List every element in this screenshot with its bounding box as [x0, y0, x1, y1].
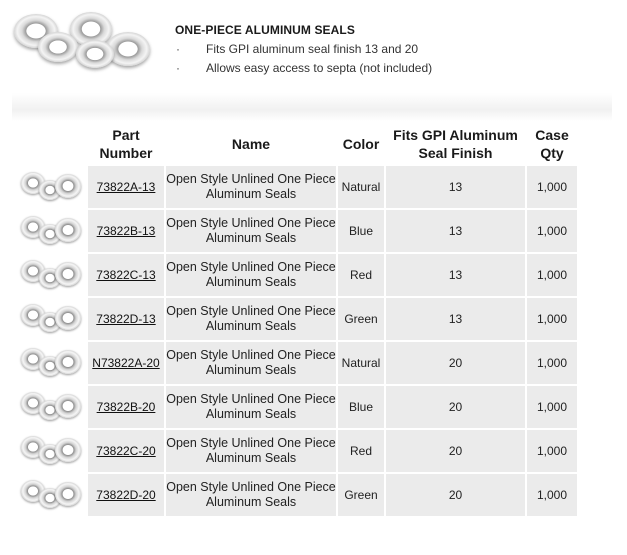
case-qty-cell: 1,000	[527, 430, 577, 472]
name-header: Name	[166, 124, 336, 164]
seal-thumbnail-icon	[19, 170, 83, 204]
seal-thumbnail-icon	[19, 258, 83, 292]
case-qty-cell: 1,000	[527, 166, 577, 208]
part-number-link[interactable]: N73822A-20	[92, 356, 159, 370]
finish-cell: 20	[386, 430, 525, 472]
thumbnail-cell	[16, 254, 86, 296]
name-cell: Open Style Unlined One Piece Aluminum Se…	[166, 430, 336, 472]
thumbnail-cell	[16, 298, 86, 340]
bullet-marker: ·	[176, 61, 180, 75]
part-number-cell: 73822B-20	[88, 386, 164, 428]
finish-cell: 20	[386, 386, 525, 428]
case-qty-header: Case Qty	[527, 124, 577, 164]
thumbnail-cell	[16, 430, 86, 472]
part-number-cell: 73822D-13	[88, 298, 164, 340]
feature-item: · Allows easy access to septa (not inclu…	[175, 61, 432, 80]
part-number-link[interactable]: 73822D-20	[96, 488, 155, 502]
feature-text: Fits GPI aluminum seal finish 13 and 20	[206, 42, 419, 56]
part-number-cell: 73822A-13	[88, 166, 164, 208]
bullet-marker: ·	[176, 42, 180, 56]
part-number-header: Part Number	[88, 124, 164, 164]
color-cell: Natural	[338, 166, 384, 208]
thumbnail-cell	[16, 210, 86, 252]
name-cell: Open Style Unlined One Piece Aluminum Se…	[166, 474, 336, 516]
color-cell: Red	[338, 430, 384, 472]
thumbnail-cell	[16, 166, 86, 208]
page-title: ONE-PIECE ALUMINUM SEALS	[175, 23, 355, 37]
seal-thumbnail-icon	[19, 390, 83, 424]
part-number-link[interactable]: 73822B-20	[97, 400, 156, 414]
part-number-cell: 73822C-13	[88, 254, 164, 296]
finish-cell: 13	[386, 210, 525, 252]
name-cell: Open Style Unlined One Piece Aluminum Se…	[166, 210, 336, 252]
table-row: 73822C-13 Open Style Unlined One Piece Al…	[16, 254, 577, 296]
color-cell: Green	[338, 298, 384, 340]
seal-thumbnail-icon	[19, 478, 83, 512]
case-qty-cell: 1,000	[527, 254, 577, 296]
part-number-link[interactable]: 73822A-13	[97, 180, 156, 194]
feature-list: · Fits GPI aluminum seal finish 13 and 2…	[175, 42, 432, 80]
name-cell: Open Style Unlined One Piece Aluminum Se…	[166, 386, 336, 428]
table-header-row: Part Number Name Color Fits GPI Aluminum…	[16, 124, 577, 164]
thumbnail-cell	[16, 474, 86, 516]
table-row: 73822A-13 Open Style Unlined One Piece Al…	[16, 166, 577, 208]
finish-cell: 13	[386, 298, 525, 340]
color-cell: Red	[338, 254, 384, 296]
case-qty-cell: 1,000	[527, 298, 577, 340]
name-cell: Open Style Unlined One Piece Aluminum Se…	[166, 166, 336, 208]
seal-thumbnail-icon	[19, 346, 83, 380]
table-row: 73822D-13 Open Style Unlined One Piece Al…	[16, 298, 577, 340]
case-qty-cell: 1,000	[527, 474, 577, 516]
color-cell: Green	[338, 474, 384, 516]
name-cell: Open Style Unlined One Piece Aluminum Se…	[166, 254, 336, 296]
table-row: 73822D-20 Open Style Unlined One Piece Al…	[16, 474, 577, 516]
finish-header: Fits GPI Aluminum Seal Finish	[386, 124, 525, 164]
part-number-link[interactable]: 73822B-13	[97, 224, 156, 238]
part-number-cell: 73822C-20	[88, 430, 164, 472]
part-number-link[interactable]: 73822C-20	[96, 444, 155, 458]
section-divider	[12, 93, 612, 121]
name-cell: Open Style Unlined One Piece Aluminum Se…	[166, 298, 336, 340]
case-qty-cell: 1,000	[527, 386, 577, 428]
table-body: 73822A-13 Open Style Unlined One Piece Al…	[16, 166, 577, 516]
case-qty-cell: 1,000	[527, 342, 577, 384]
table-row: N73822A-20 Open Style Unlined One Piece A…	[16, 342, 577, 384]
finish-cell: 13	[386, 254, 525, 296]
case-qty-cell: 1,000	[527, 210, 577, 252]
product-table: Part Number Name Color Fits GPI Aluminum…	[14, 122, 579, 518]
part-number-link[interactable]: 73822D-13	[96, 312, 155, 326]
seal-thumbnail-icon	[19, 214, 83, 248]
name-cell: Open Style Unlined One Piece Aluminum Se…	[166, 342, 336, 384]
thumbnail-cell	[16, 342, 86, 384]
aluminum-seals-photo	[14, 10, 160, 70]
seal-thumbnail-icon	[19, 302, 83, 336]
part-number-cell: 73822B-13	[88, 210, 164, 252]
feature-text: Allows easy access to septa (not include…	[206, 61, 433, 75]
part-number-link[interactable]: 73822C-13	[96, 268, 155, 282]
part-number-cell: N73822A-20	[88, 342, 164, 384]
feature-item: · Fits GPI aluminum seal finish 13 and 2…	[175, 42, 432, 61]
color-header: Color	[338, 124, 384, 164]
table-row: 73822C-20 Open Style Unlined One Piece Al…	[16, 430, 577, 472]
seal-thumbnail-icon	[19, 434, 83, 468]
finish-cell: 13	[386, 166, 525, 208]
color-cell: Blue	[338, 210, 384, 252]
thumbnail-cell	[16, 386, 86, 428]
table-row: 73822B-13 Open Style Unlined One Piece Al…	[16, 210, 577, 252]
finish-cell: 20	[386, 474, 525, 516]
color-cell: Blue	[338, 386, 384, 428]
table-row: 73822B-20 Open Style Unlined One Piece Al…	[16, 386, 577, 428]
part-number-cell: 73822D-20	[88, 474, 164, 516]
color-cell: Natural	[338, 342, 384, 384]
finish-cell: 20	[386, 342, 525, 384]
thumbnail-header	[16, 124, 86, 164]
